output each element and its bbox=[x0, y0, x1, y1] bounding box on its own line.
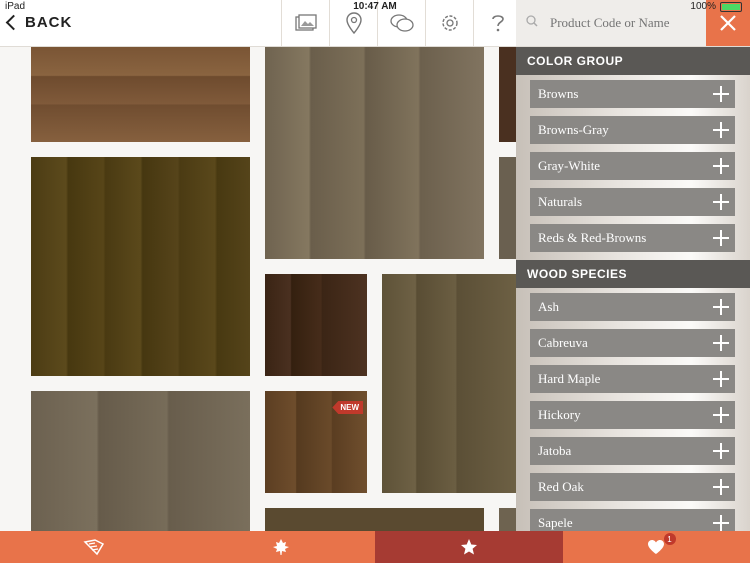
wood-species-header: WOOD SPECIES bbox=[516, 260, 750, 288]
filter-item-ash[interactable]: Ash bbox=[530, 293, 735, 321]
battery-percent: 100% bbox=[690, 1, 716, 12]
product-tile[interactable] bbox=[265, 508, 484, 531]
product-tile[interactable] bbox=[265, 47, 484, 259]
heart-icon bbox=[648, 540, 665, 554]
plus-icon bbox=[713, 371, 729, 387]
product-tile[interactable] bbox=[31, 47, 250, 142]
filter-item-label: Reds & Red-Browns bbox=[538, 230, 647, 245]
status-bar: iPad 10:47 AM 100% bbox=[0, 0, 750, 14]
maple-leaf-icon bbox=[273, 539, 290, 555]
close-icon bbox=[720, 15, 736, 31]
status-right: 100% bbox=[690, 1, 742, 12]
color-group-header: COLOR GROUP bbox=[516, 47, 750, 75]
filter-item-cabreuva[interactable]: Cabreuva bbox=[530, 329, 735, 357]
plus-icon bbox=[713, 299, 729, 315]
filter-item-label: Ash bbox=[538, 299, 559, 314]
product-tile[interactable]: NEW bbox=[265, 391, 367, 493]
filter-item-label: Jatoba bbox=[538, 443, 572, 458]
plus-icon bbox=[713, 407, 729, 423]
battery-icon bbox=[720, 1, 742, 12]
plus-icon bbox=[713, 86, 729, 102]
search-input[interactable] bbox=[548, 14, 712, 32]
tab-brochure[interactable] bbox=[0, 531, 188, 563]
filter-item-jatoba[interactable]: Jatoba bbox=[530, 437, 735, 465]
filter-item-label: Browns-Gray bbox=[538, 122, 609, 137]
new-badge: NEW bbox=[332, 401, 363, 414]
tab-wishlist[interactable]: 1 bbox=[563, 531, 750, 563]
clock: 10:47 AM bbox=[353, 1, 397, 12]
plus-icon bbox=[713, 194, 729, 210]
plus-icon bbox=[713, 158, 729, 174]
filter-item-label: Sapele bbox=[538, 515, 573, 530]
tab-maple-leaf[interactable] bbox=[188, 531, 376, 563]
tab-favorites-star[interactable] bbox=[375, 531, 563, 563]
filter-item-label: Hickory bbox=[538, 407, 581, 422]
filter-item-browns-gray[interactable]: Browns-Gray bbox=[530, 116, 735, 144]
plus-icon bbox=[713, 122, 729, 138]
bottom-tab-bar: 1 bbox=[0, 531, 750, 563]
brochure-icon bbox=[83, 539, 104, 556]
filter-panel: COLOR GROUP Browns Browns-Gray Gray-Whit… bbox=[516, 47, 750, 531]
plus-icon bbox=[713, 479, 729, 495]
filter-item-label: Hard Maple bbox=[538, 371, 601, 386]
favorites-count-badge: 1 bbox=[663, 533, 676, 545]
filter-item-sapele[interactable]: Sapele bbox=[530, 509, 735, 531]
search-icon bbox=[526, 14, 538, 32]
product-grid: NEW bbox=[0, 47, 516, 531]
back-button[interactable]: BACK bbox=[5, 14, 73, 31]
filter-item-label: Red Oak bbox=[538, 479, 584, 494]
plus-icon bbox=[713, 335, 729, 351]
filter-item-naturals[interactable]: Naturals bbox=[530, 188, 735, 216]
plus-icon bbox=[713, 230, 729, 246]
filter-item-hard-maple[interactable]: Hard Maple bbox=[530, 365, 735, 393]
product-tile[interactable] bbox=[499, 508, 516, 531]
product-tile[interactable] bbox=[31, 391, 250, 531]
star-icon bbox=[460, 539, 477, 555]
filter-item-label: Naturals bbox=[538, 194, 583, 209]
back-label: BACK bbox=[25, 14, 73, 31]
chevron-left-icon bbox=[5, 14, 22, 31]
filter-item-label: Cabreuva bbox=[538, 335, 588, 350]
product-tile[interactable] bbox=[499, 47, 516, 142]
plus-icon bbox=[713, 515, 729, 531]
product-tile[interactable] bbox=[499, 157, 516, 259]
filter-item-browns[interactable]: Browns bbox=[530, 80, 735, 108]
product-tile[interactable] bbox=[265, 274, 367, 376]
product-tile[interactable] bbox=[382, 274, 516, 493]
filter-item-label: Gray-White bbox=[538, 158, 601, 173]
filter-item-reds[interactable]: Reds & Red-Browns bbox=[530, 224, 735, 252]
filter-item-gray-white[interactable]: Gray-White bbox=[530, 152, 735, 180]
filter-item-red-oak[interactable]: Red Oak bbox=[530, 473, 735, 501]
plus-icon bbox=[713, 443, 729, 459]
filter-item-hickory[interactable]: Hickory bbox=[530, 401, 735, 429]
product-tile[interactable] bbox=[31, 157, 250, 376]
filter-item-label: Browns bbox=[538, 86, 579, 101]
